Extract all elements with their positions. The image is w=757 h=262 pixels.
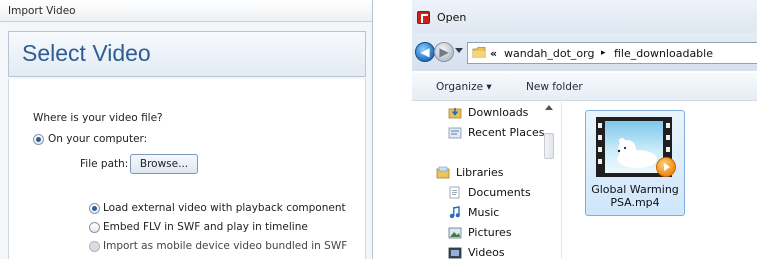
- open-file-dialog: Open ◀ ▶ « wandah_dot_org ▸ file_downloa…: [412, 0, 757, 259]
- file-item-global-warming-psa[interactable]: Global Warming PSA.mp4: [585, 110, 685, 216]
- embed-flv-radio[interactable]: [89, 222, 100, 233]
- organize-button[interactable]: Organize ▾: [436, 81, 492, 93]
- load-external-video-radio[interactable]: [89, 203, 100, 214]
- downloads-folder-icon: [448, 108, 462, 119]
- scrollbar-thumb[interactable]: [544, 133, 554, 159]
- forward-arrow-icon[interactable]: ▶: [434, 42, 454, 62]
- import-video-titlebar: Import Video: [0, 0, 372, 22]
- film-perforation: [598, 159, 602, 164]
- polar-bear-icon: [617, 138, 657, 168]
- sidebar-item-label: Videos: [468, 246, 505, 259]
- film-perforation: [666, 147, 670, 152]
- embed-flv-label[interactable]: Embed FLV in SWF and play in timeline: [103, 221, 308, 233]
- sidebar-item-label: Pictures: [468, 226, 512, 239]
- scroll-up-arrow-icon[interactable]: [545, 105, 553, 110]
- file-name: Global Warming PSA.mp4: [586, 183, 684, 209]
- file-path-label: File path:: [80, 158, 129, 170]
- breadcrumb-item-file-downloadable[interactable]: file_downloadable: [614, 47, 713, 60]
- back-arrow-icon[interactable]: ◀: [415, 42, 435, 62]
- film-perforation: [666, 135, 670, 140]
- import-video-dialog: Import Video Select Video Where is your …: [0, 0, 373, 259]
- new-folder-button[interactable]: New folder: [526, 81, 583, 93]
- sidebar-item-label: Downloads: [468, 106, 529, 119]
- breadcrumb-item-wandah-dot-org[interactable]: wandah_dot_org: [504, 47, 594, 60]
- select-video-header: Select Video: [8, 31, 366, 77]
- window-title: Open: [437, 11, 467, 24]
- polar-bear-thumbnail-image: [605, 121, 663, 173]
- flash-app-icon: [417, 11, 430, 24]
- sidebar-item-label: Music: [468, 206, 500, 219]
- film-perforation: [598, 147, 602, 152]
- pictures-icon: [448, 227, 462, 239]
- sidebar-item-label: Documents: [468, 186, 531, 199]
- browse-button[interactable]: Browse...: [130, 154, 198, 174]
- mobile-device-video-radio: [89, 241, 100, 252]
- file-name-line-1: Global Warming: [591, 183, 679, 196]
- recent-places-icon: [448, 127, 462, 139]
- sidebar-item-label: Libraries: [456, 166, 504, 179]
- libraries-icon: [436, 166, 450, 179]
- videos-icon: [448, 247, 462, 259]
- file-name-line-2: PSA.mp4: [610, 196, 660, 209]
- breadcrumb-overflow[interactable]: «: [490, 47, 497, 60]
- folder-icon: [472, 47, 486, 58]
- music-icon: [449, 206, 460, 219]
- file-list: Global Warming PSA.mp4: [563, 102, 757, 259]
- sidebar-item-label: Recent Places: [468, 126, 545, 139]
- film-perforation: [598, 123, 602, 128]
- window-title: Import Video: [8, 5, 76, 17]
- toolbar: Organize ▾ New folder: [412, 73, 757, 101]
- load-external-video-label[interactable]: Load external video with playback compon…: [103, 202, 346, 214]
- on-computer-label[interactable]: On your computer:: [48, 133, 147, 145]
- on-computer-radio[interactable]: [33, 134, 44, 145]
- breadcrumb-separator[interactable]: ▸: [601, 48, 606, 58]
- mobile-device-video-label: Import as mobile device video bundled in…: [103, 240, 348, 252]
- film-perforation: [598, 135, 602, 140]
- recent-locations-dropdown-icon[interactable]: [455, 48, 463, 53]
- navigation-scrollbar[interactable]: [542, 102, 557, 162]
- video-location-question: Where is your video file?: [33, 112, 163, 124]
- open-titlebar: Open: [412, 0, 757, 33]
- media-player-play-icon: [656, 157, 676, 177]
- documents-icon: [449, 186, 460, 199]
- page-title: Select Video: [22, 40, 151, 66]
- breadcrumb[interactable]: « wandah_dot_org ▸ file_downloadable: [467, 42, 757, 64]
- film-perforation: [666, 123, 670, 128]
